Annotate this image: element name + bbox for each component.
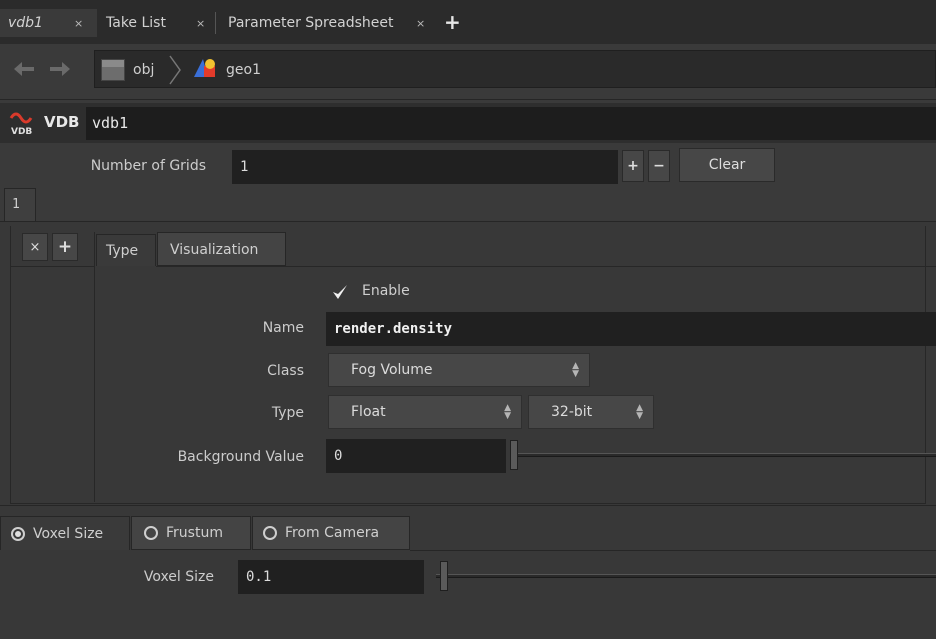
- arrow-left-icon[interactable]: [12, 60, 36, 82]
- tab-label: Voxel Size: [33, 525, 104, 542]
- precision-dropdown[interactable]: 32-bit ▲ ▼: [528, 395, 654, 429]
- precision-value: 32-bit: [551, 404, 593, 420]
- background-value-slider-handle[interactable]: [510, 440, 518, 470]
- path-item-label: obj: [133, 62, 155, 78]
- class-dropdown[interactable]: Fog Volume ▲ ▼: [328, 353, 590, 387]
- pane-tab-bar: vdb1 × Take List × Parameter Spreadsheet…: [0, 0, 936, 44]
- node-type-label: VDB: [44, 113, 80, 131]
- voxel-size-slider-handle[interactable]: [440, 561, 448, 591]
- divider: [156, 266, 936, 267]
- background-value-field[interactable]: 0: [326, 439, 506, 473]
- geo-node-icon: [192, 57, 218, 83]
- tab-voxel-size[interactable]: Voxel Size: [0, 516, 130, 550]
- radio-icon: [144, 526, 158, 540]
- tab-label: From Camera: [285, 525, 380, 541]
- close-icon[interactable]: ×: [416, 17, 425, 30]
- new-tab-icon[interactable]: +: [444, 10, 461, 34]
- add-instance-button[interactable]: +: [52, 233, 78, 261]
- type-dropdown[interactable]: Float ▲ ▼: [328, 395, 522, 429]
- remove-grid-button[interactable]: −: [648, 150, 670, 182]
- tab-label: vdb1: [8, 15, 43, 31]
- background-value-label: Background Value: [177, 449, 304, 465]
- enable-label: Enable: [362, 283, 410, 299]
- arrow-right-icon[interactable]: [48, 60, 72, 82]
- updown-arrows-icon: ▲ ▼: [504, 403, 511, 421]
- node-name-field[interactable]: vdb1: [86, 107, 936, 140]
- tab-label: Take List: [106, 15, 166, 31]
- tab-take-list[interactable]: Take List ×: [98, 9, 213, 37]
- close-icon[interactable]: ×: [74, 17, 83, 30]
- tab-label: Parameter Spreadsheet: [228, 15, 394, 31]
- tab-instance-1[interactable]: 1: [4, 188, 36, 221]
- name-label: Name: [262, 320, 304, 336]
- type-value: Float: [351, 404, 386, 420]
- number-of-grids-field[interactable]: 1: [232, 150, 618, 184]
- add-grid-button[interactable]: +: [622, 150, 644, 182]
- path-item-geo1[interactable]: geo1: [192, 57, 261, 83]
- svg-text:VDB: VDB: [11, 127, 32, 137]
- remove-instance-button[interactable]: ×: [22, 233, 48, 261]
- background-value-slider-track[interactable]: [514, 453, 936, 457]
- class-value: Fog Volume: [351, 362, 433, 378]
- tab-from-camera[interactable]: From Camera: [252, 516, 410, 550]
- type-label: Type: [271, 405, 304, 421]
- path-item-label: geo1: [226, 62, 261, 78]
- tab-visualization[interactable]: Visualization: [157, 232, 286, 266]
- tab-vdb1[interactable]: vdb1 ×: [0, 9, 97, 37]
- name-field[interactable]: render.density: [326, 312, 936, 346]
- class-label: Class: [267, 363, 304, 379]
- close-icon[interactable]: ×: [196, 17, 205, 30]
- chevron-right-icon: [168, 54, 182, 90]
- checkmark-icon[interactable]: [330, 282, 350, 302]
- divider: [10, 266, 94, 267]
- tab-divider: [215, 12, 216, 34]
- obj-network-icon: [101, 59, 125, 81]
- number-of-grids-label: Number of Grids: [90, 158, 206, 174]
- tab-frustum[interactable]: Frustum: [131, 516, 251, 550]
- voxel-size-field[interactable]: 0.1: [238, 560, 424, 594]
- tab-type[interactable]: Type: [96, 234, 156, 266]
- divider: [410, 550, 936, 551]
- radio-selected-icon: [11, 526, 25, 541]
- updown-arrows-icon: ▲ ▼: [636, 403, 643, 421]
- voxel-size-slider-track[interactable]: [436, 574, 936, 578]
- vdb-node-icon: VDB: [8, 108, 38, 138]
- tab-parameter-spreadsheet[interactable]: Parameter Spreadsheet ×: [220, 9, 435, 37]
- tab-label: Frustum: [166, 525, 223, 541]
- radio-icon: [263, 526, 277, 540]
- clear-button[interactable]: Clear: [679, 148, 775, 182]
- voxel-size-label: Voxel Size: [143, 569, 214, 585]
- updown-arrows-icon: ▲ ▼: [572, 361, 579, 379]
- path-item-obj[interactable]: obj: [101, 57, 154, 83]
